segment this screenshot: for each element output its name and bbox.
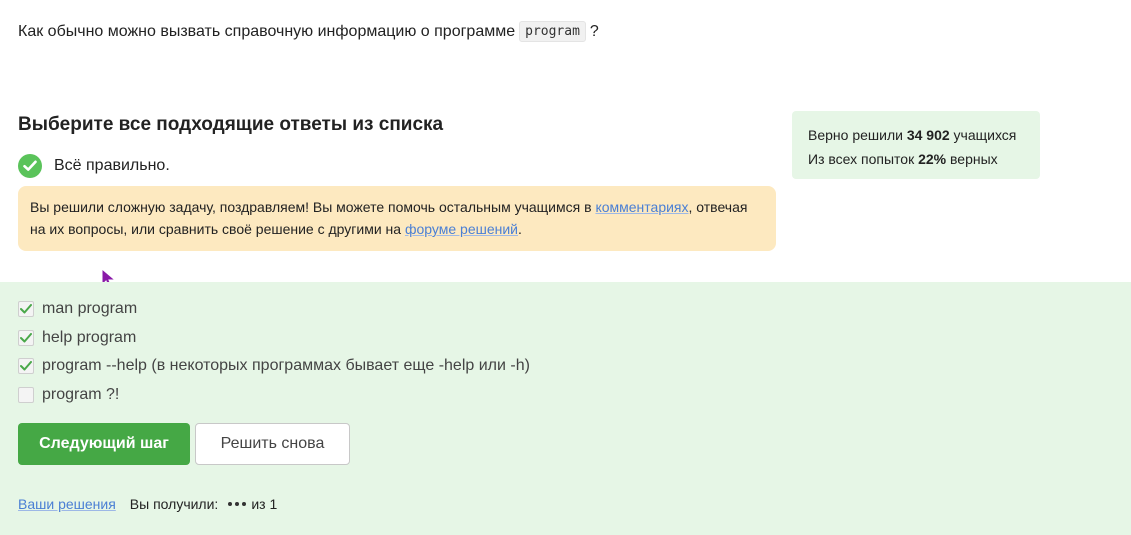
question-text-after: ? xyxy=(589,22,599,40)
checkbox-checked-icon[interactable] xyxy=(18,301,34,317)
stats-success-rate: 22% xyxy=(918,151,947,167)
score-loading-icon xyxy=(228,502,247,506)
stats-panel: Верно решили 34 902 учащихся Из всех поп… xyxy=(792,111,1040,179)
question-text: Как обычно можно вызвать справочную инфо… xyxy=(18,21,599,42)
checkbox-unchecked-icon[interactable] xyxy=(18,387,34,403)
footer-bar: Ваши решения Вы получили: из 1 xyxy=(18,496,277,512)
notice-text-3: . xyxy=(518,221,522,237)
score-label: Вы получили: xyxy=(129,496,219,512)
answers-panel: man program help program program --help … xyxy=(0,282,1131,535)
stats-solved-line: Верно решили 34 902 учащихся xyxy=(808,123,1024,147)
answer-option-label: help program xyxy=(42,329,137,346)
answer-option-label: program --help (в некоторых программах б… xyxy=(42,357,530,374)
answer-option[interactable]: program ?! xyxy=(18,386,119,404)
answer-option[interactable]: man program xyxy=(18,300,137,318)
answer-option-label: man program xyxy=(42,300,138,317)
stats-success-label: Из всех попыток xyxy=(808,151,915,167)
step-page: Как обычно можно вызвать справочную инфо… xyxy=(0,0,1131,535)
solutions-forum-link[interactable]: форуме решений xyxy=(405,221,518,237)
answer-option[interactable]: help program xyxy=(18,329,136,347)
answer-option-label: program ?! xyxy=(42,386,120,403)
comments-link[interactable]: комментариях xyxy=(595,199,688,215)
success-check-icon xyxy=(18,154,42,178)
stats-solved-unit: учащихся xyxy=(953,127,1017,143)
checkbox-checked-icon[interactable] xyxy=(18,358,34,374)
question-text-before: Как обычно можно вызвать справочную инфо… xyxy=(18,22,516,40)
answer-option[interactable]: program --help (в некоторых программах б… xyxy=(18,357,530,375)
score-suffix: из 1 xyxy=(251,496,278,512)
result-text: Всё правильно. xyxy=(54,157,170,174)
question-code: program xyxy=(519,21,586,42)
congrats-notice: Вы решили сложную задачу, поздравляем! В… xyxy=(18,186,776,251)
notice-text-1: Вы решили сложную задачу, поздравляем! В… xyxy=(30,199,596,215)
next-step-button[interactable]: Следующий шаг xyxy=(18,423,190,465)
checkbox-checked-icon[interactable] xyxy=(18,330,34,346)
stats-success-unit: верных xyxy=(950,151,998,167)
result-status: Всё правильно. xyxy=(18,154,170,178)
stats-solved-count: 34 902 xyxy=(906,127,950,143)
section-title: Выберите все подходящие ответы из списка xyxy=(18,114,444,135)
stats-success-line: Из всех попыток 22% верных xyxy=(808,147,1024,171)
retry-button[interactable]: Решить снова xyxy=(195,423,350,465)
your-solutions-link[interactable]: Ваши решения xyxy=(18,496,116,512)
stats-solved-label: Верно решили xyxy=(808,127,903,143)
